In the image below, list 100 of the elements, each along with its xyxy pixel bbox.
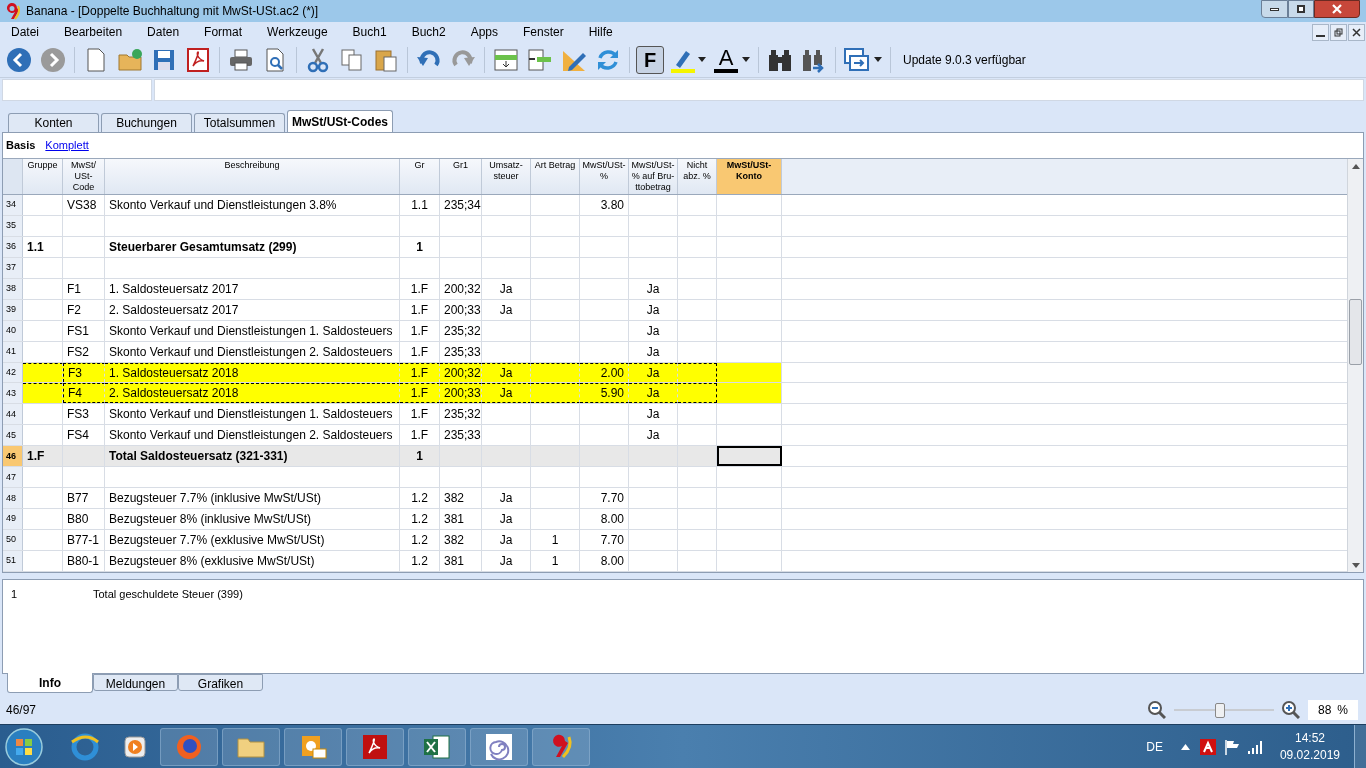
row-number[interactable]: 48	[3, 488, 23, 509]
taskbar-button[interactable]	[284, 727, 342, 766]
bold-button[interactable]: F	[636, 45, 664, 74]
row-number[interactable]: 38	[3, 278, 23, 299]
scroll-down-icon[interactable]	[1351, 563, 1360, 568]
column-header[interactable]: MwSt/ USt- Code	[63, 159, 105, 194]
percent-sign: %	[1337, 702, 1348, 719]
app-logo-icon	[4, 2, 22, 20]
row-number[interactable]: 44	[3, 404, 23, 425]
row-number[interactable]: 43	[3, 383, 23, 404]
sheet-tab[interactable]: Konten	[8, 113, 99, 132]
column-header[interactable]: MwSt/USt- Konto	[717, 159, 782, 194]
start-orb-icon[interactable]	[4, 726, 44, 767]
message-number: 1	[11, 587, 19, 602]
row-number[interactable]: 35	[3, 215, 23, 236]
sheet-tab[interactable]: Buchungen	[101, 113, 192, 132]
panel-tab[interactable]: Grafiken	[178, 674, 263, 691]
column-header[interactable]: Nicht abz. %	[678, 159, 717, 194]
taskbar-button[interactable]	[346, 727, 404, 766]
column-header[interactable]: MwSt/USt- %	[580, 159, 629, 194]
clock-time[interactable]: 14:52	[1294, 729, 1325, 747]
row-number[interactable]: 41	[3, 341, 23, 362]
document-minimize-button[interactable]	[1312, 23, 1329, 41]
column-header[interactable]: Umsatz- steuer	[482, 159, 531, 194]
menu-item[interactable]: Daten	[140, 23, 187, 41]
menu-item[interactable]: Werkzeuge	[260, 23, 335, 41]
font-color-swatch	[714, 68, 738, 73]
zoom-field[interactable]: 88 %	[1308, 700, 1358, 720]
restore-button[interactable]	[1288, 0, 1314, 18]
table-cell: 1. Saldosteuersatz 2018	[105, 362, 400, 383]
row-number[interactable]: 45	[3, 425, 23, 446]
clock-date[interactable]: 09.02.2019	[1279, 746, 1340, 764]
row-number[interactable]: 34	[3, 194, 23, 215]
table-cell: F3	[63, 362, 105, 383]
column-header[interactable]: MwSt/USt- % auf Bru- ttobetrag	[629, 159, 678, 194]
vertical-scrollbar[interactable]	[1347, 159, 1363, 572]
record-position: 46/97	[6, 702, 37, 719]
scroll-thumb[interactable]	[1349, 299, 1362, 365]
row-number[interactable]: 37	[3, 257, 23, 278]
view-link[interactable]: Basis	[6, 137, 36, 154]
dropdown-caret-icon	[742, 57, 750, 62]
table-cell	[678, 383, 717, 404]
minimize-button[interactable]	[1261, 0, 1288, 18]
menu-item[interactable]: Bearbeiten	[57, 23, 130, 41]
menu-item[interactable]: Apps	[463, 23, 505, 41]
taskbar-button[interactable]	[222, 727, 280, 766]
panel-tab[interactable]: Meldungen	[93, 674, 178, 691]
column-header[interactable]: Beschreibung	[105, 159, 400, 194]
row-number[interactable]: 50	[3, 530, 23, 551]
copy-icon	[339, 46, 365, 73]
zoom-out-icon[interactable]	[1148, 701, 1166, 719]
taskbar-button[interactable]	[532, 727, 590, 766]
antivirus-icon[interactable]	[1199, 738, 1216, 755]
row-number[interactable]: 39	[3, 299, 23, 320]
row-number[interactable]: 42	[3, 362, 23, 383]
taskbar-button[interactable]	[408, 727, 466, 766]
menu-item[interactable]: Buch2	[404, 23, 453, 41]
sheet-tab[interactable]: Totalsummen	[194, 113, 285, 132]
view-link[interactable]: Komplett	[45, 137, 89, 154]
column-header[interactable]: Gr1	[440, 159, 482, 194]
delete-row-icon	[527, 46, 553, 73]
row-number[interactable]: 49	[3, 509, 23, 530]
flag-icon[interactable]	[1223, 738, 1240, 755]
menu-item[interactable]: Datei	[4, 23, 46, 41]
menu-item[interactable]: Buch1	[345, 23, 394, 41]
menu-item[interactable]: Fenster	[516, 23, 571, 41]
cell-content-field[interactable]	[154, 79, 1364, 101]
document-close-button[interactable]	[1348, 23, 1365, 41]
cell-address-field[interactable]	[2, 79, 152, 101]
show-hidden-icon[interactable]	[1180, 743, 1190, 750]
row-number[interactable]: 40	[3, 320, 23, 341]
printer-icon	[228, 46, 254, 73]
column-header[interactable]: Gruppe	[23, 159, 63, 194]
row-number[interactable]: 47	[3, 467, 23, 488]
menu-item[interactable]: Format	[197, 23, 250, 41]
language-indicator[interactable]: DE	[1146, 737, 1163, 756]
panel-tab[interactable]: Info	[7, 673, 93, 693]
zoom-slider[interactable]	[1174, 701, 1274, 719]
row-number[interactable]: 36	[3, 236, 23, 257]
pdf-document-icon	[185, 46, 211, 73]
column-header[interactable]: Gr	[400, 159, 440, 194]
menu-item[interactable]: Hilfe	[581, 23, 620, 41]
table-cell	[531, 383, 580, 404]
table-cell: 200;33	[440, 383, 482, 404]
row-number[interactable]: 46	[3, 446, 23, 467]
taskbar-button[interactable]	[470, 727, 528, 766]
zoom-in-icon[interactable]	[1282, 701, 1300, 719]
slider-thumb[interactable]	[1214, 703, 1225, 718]
signal-bars-icon[interactable]	[1247, 739, 1264, 754]
sheet-tab[interactable]: MwSt/USt-Codes	[287, 110, 393, 132]
windows-arrow-icon	[844, 46, 870, 73]
document-restore-button[interactable]	[1330, 23, 1347, 41]
row-number[interactable]: 51	[3, 551, 23, 572]
close-icon	[1352, 27, 1361, 37]
column-header[interactable]: Art Betrag	[531, 159, 580, 194]
minimize-icon	[1316, 35, 1325, 37]
close-button[interactable]	[1314, 0, 1360, 18]
scroll-up-icon[interactable]	[1351, 164, 1360, 169]
table-cell: 2.00	[580, 362, 629, 383]
font-color-button[interactable]: A	[712, 44, 752, 75]
